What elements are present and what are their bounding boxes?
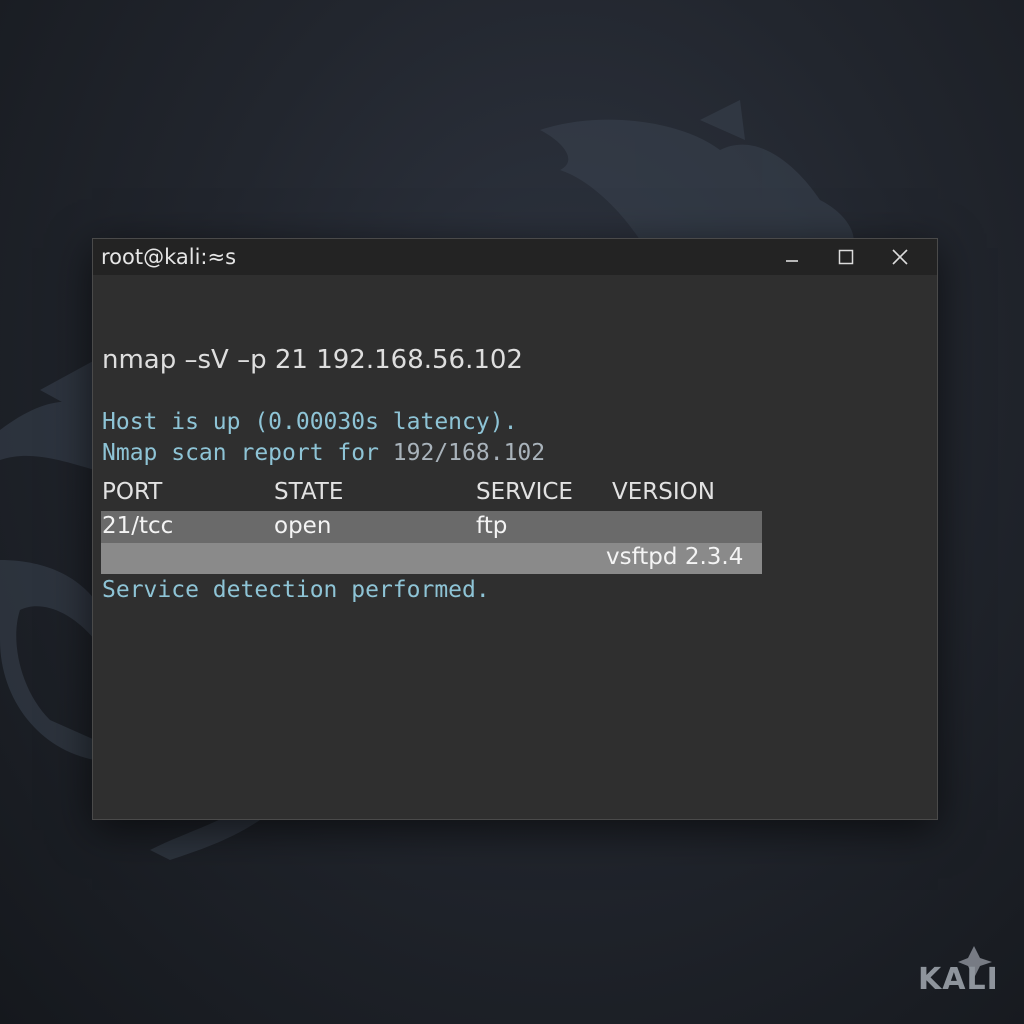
scan-report-ip: 192/168.102 [392,440,546,466]
row-state: open [274,513,332,539]
window-title: root@kali:≈s [101,245,237,269]
terminal-window[interactable]: root@kali:≈s nmap –sV –p 21 192.168.56.1… [92,238,938,820]
service-detection-line: Service detection performed. [102,577,490,603]
maximize-icon [838,249,854,265]
minimize-icon [786,260,798,262]
kali-logo-text: KALI [918,962,999,997]
host-status-line: Host is up (0.00030s latency). [102,409,518,435]
row-version: vsftpd 2.3.4 [606,544,744,570]
row-service: ftp [476,513,508,539]
window-controls [765,239,927,275]
command-line: nmap –sV –p 21 192.168.56.102 [102,345,523,375]
scan-report-line: Nmap scan report for 192/168.102 [102,440,545,466]
minimize-button[interactable] [765,239,819,275]
header-service: SERVICE [476,479,573,505]
close-icon [892,249,908,265]
maximize-button[interactable] [819,239,873,275]
title-bar[interactable]: root@kali:≈s [93,239,937,275]
results-row-version: vsftpd 2.3.4 [101,543,762,574]
scan-report-prefix: Nmap scan report for [102,440,393,466]
results-header: PORT STATE SERVICE VERSION [93,479,793,509]
header-version: VERSION [612,479,715,505]
header-port: PORT [102,479,163,505]
row-port: 21/tcc [102,513,174,539]
header-state: STATE [274,479,344,505]
results-row: 21/tcc open ftp [101,511,762,543]
close-button[interactable] [873,239,927,275]
